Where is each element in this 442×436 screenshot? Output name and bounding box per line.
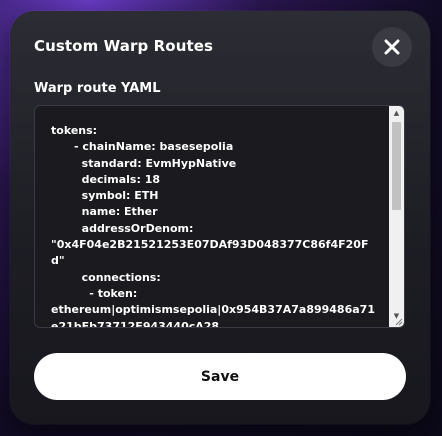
close-button[interactable] [372,27,412,67]
scroll-up-arrow-icon[interactable]: ▲ [389,106,404,120]
resize-grip-icon[interactable] [393,316,403,326]
close-icon [384,39,400,55]
yaml-content[interactable]: tokens: - chainName: basesepolia standar… [51,123,381,327]
textarea-scrollbar[interactable]: ▲ ▼ [389,106,404,327]
scrollbar-thumb[interactable] [392,122,401,210]
warp-route-yaml-label: Warp route YAML [34,81,161,96]
save-button[interactable]: Save [34,353,406,400]
warp-route-yaml-textarea[interactable]: tokens: - chainName: basesepolia standar… [34,105,405,328]
modal-title: Custom Warp Routes [34,37,214,55]
custom-warp-routes-modal: Custom Warp Routes Warp route YAML token… [10,11,430,424]
